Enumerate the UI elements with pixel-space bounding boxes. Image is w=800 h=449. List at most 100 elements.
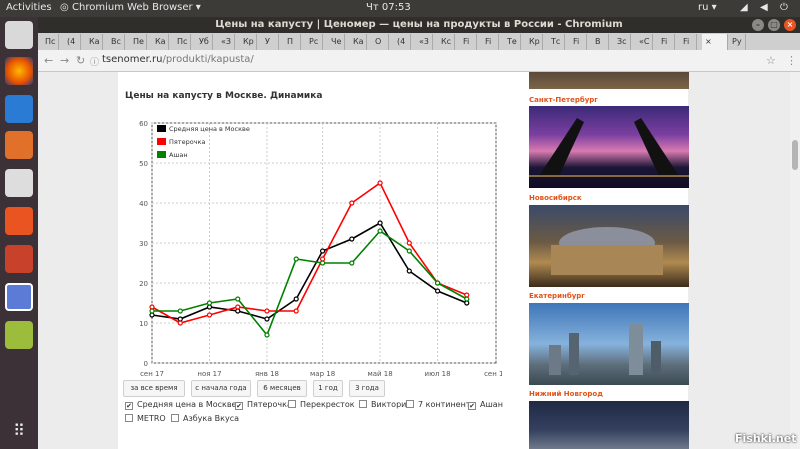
data-point — [206, 312, 213, 318]
tab[interactable]: П — [284, 34, 301, 50]
clock[interactable]: Чт 07:53 — [366, 2, 411, 13]
tab[interactable]: Ка — [86, 34, 103, 50]
legend-label: Ашан — [169, 151, 188, 159]
range-3y-button[interactable]: 3 года — [349, 380, 385, 397]
tab[interactable]: (4 — [394, 34, 411, 50]
filter-7kontinent[interactable]: 7 континент — [406, 399, 471, 411]
network-icon[interactable]: ◢ — [740, 2, 748, 13]
tab[interactable]: Рс — [306, 34, 323, 50]
activities-button[interactable]: Activities — [6, 2, 52, 13]
tab[interactable]: Вс — [108, 34, 125, 50]
camera-icon[interactable] — [5, 169, 33, 197]
data-point — [293, 256, 299, 262]
tab[interactable]: «З — [218, 34, 235, 50]
checkbox[interactable] — [406, 400, 414, 408]
tab[interactable]: Fi — [658, 34, 675, 50]
checkbox[interactable] — [125, 414, 133, 422]
volume-icon[interactable]: ◀ — [760, 2, 768, 13]
tab[interactable]: Зс — [614, 34, 631, 50]
url-field[interactable]: tsenomer.ru/produkti/kapusta/ — [102, 54, 254, 65]
checkbox[interactable]: ✔ — [125, 402, 133, 410]
checkbox[interactable] — [171, 414, 179, 422]
tab[interactable]: О — [372, 34, 389, 50]
data-point — [149, 312, 155, 318]
checkbox[interactable] — [359, 400, 367, 408]
software-center-icon[interactable] — [5, 207, 33, 235]
checkbox[interactable]: ✔ — [468, 402, 476, 410]
tab[interactable]: В — [592, 34, 609, 50]
tab[interactable]: «3 — [416, 34, 433, 50]
filter-auchan[interactable]: ✔ Ашан — [468, 399, 503, 411]
city-image-spb[interactable] — [529, 106, 689, 188]
filter-metro[interactable]: METRO — [125, 413, 166, 425]
back-button[interactable]: ← — [44, 54, 53, 67]
range-all-button[interactable]: за все время — [123, 380, 185, 397]
city-link-ekaterinburg[interactable]: Екатеринбург — [529, 292, 585, 300]
filter-pyaterochka[interactable]: ✔ Пятерочка — [235, 399, 292, 411]
tab[interactable]: «С — [636, 34, 653, 50]
files-icon[interactable] — [5, 21, 33, 49]
checkbox[interactable] — [288, 400, 296, 408]
tab[interactable]: Тс — [548, 34, 565, 50]
writer-icon[interactable] — [5, 95, 33, 123]
tab[interactable]: (4 — [64, 34, 81, 50]
firefox-icon[interactable] — [5, 57, 33, 85]
impress-icon[interactable] — [5, 131, 33, 159]
tab[interactable]: Пс — [42, 34, 59, 50]
x-tick-label: янв 18 — [255, 370, 279, 378]
bookmark-star-icon[interactable]: ☆ — [766, 54, 776, 67]
filter-average[interactable]: ✔ Средняя цена в Москве — [125, 399, 236, 411]
tab[interactable]: Fi — [570, 34, 587, 50]
tab[interactable]: Fi — [680, 34, 697, 50]
tab[interactable]: Fi — [460, 34, 477, 50]
tab[interactable]: Че — [328, 34, 345, 50]
page-scrollbar[interactable] — [790, 72, 800, 449]
tab[interactable]: Пс — [174, 34, 191, 50]
scroll-thumb[interactable] — [792, 140, 798, 170]
city-link-spb[interactable]: Санкт-Петербург — [529, 96, 598, 104]
tab[interactable]: Fi — [482, 34, 499, 50]
city-image-nizhny[interactable] — [529, 401, 689, 449]
info-icon[interactable]: ⓘ — [90, 55, 99, 68]
price-chart: 0 10 20 30 40 50 60 сен 17 ноя 17 янв 18 мар 18 май… — [139, 120, 502, 378]
city-link-nizhny[interactable]: Нижний Новгород — [529, 390, 603, 398]
range-ytd-button[interactable]: с начала года — [191, 380, 251, 397]
app-menu[interactable]: Chromium Web Browser ▾ — [72, 2, 201, 13]
close-window-button[interactable]: × — [784, 19, 796, 31]
power-icon[interactable]: ⏻ — [780, 2, 788, 13]
filter-perekrestok[interactable]: Перекресток — [288, 399, 355, 411]
language-indicator[interactable]: ru ▾ — [698, 2, 717, 13]
tab[interactable]: Кр — [526, 34, 543, 50]
data-point — [177, 320, 183, 326]
city-image-ekaterinburg[interactable] — [529, 303, 689, 385]
city-link-novosibirsk[interactable]: Новосибирск — [529, 194, 582, 202]
y-tick-label: 0 — [144, 360, 148, 368]
tab[interactable]: Кс — [438, 34, 455, 50]
tab[interactable]: Ка — [152, 34, 169, 50]
range-6m-button[interactable]: 6 месяцев — [257, 380, 307, 397]
range-1y-button[interactable]: 1 год — [313, 380, 343, 397]
filter-azbuka[interactable]: Азбука Вкуса — [171, 413, 239, 425]
tab[interactable]: Пе — [130, 34, 147, 50]
tab-active[interactable]: × — [702, 34, 728, 50]
forward-button[interactable]: → — [60, 54, 69, 67]
chromium-launcher-icon[interactable] — [5, 283, 33, 311]
system-top-bar: Activities ◎ Chromium Web Browser ▾ Чт 0… — [0, 0, 800, 17]
tab[interactable]: Ру — [729, 34, 746, 50]
menu-icon[interactable]: ⋮ — [786, 54, 797, 67]
maximize-button[interactable]: □ — [768, 19, 780, 31]
minimize-button[interactable]: – — [752, 19, 764, 31]
settings-icon[interactable] — [5, 245, 33, 273]
tab[interactable]: Ка — [350, 34, 367, 50]
filter-viktoriya[interactable]: Виктория — [359, 399, 411, 411]
show-apps-icon[interactable]: ⠿ — [5, 417, 33, 445]
calc-icon[interactable] — [5, 321, 33, 349]
city-image-top[interactable] — [529, 72, 689, 89]
tab[interactable]: У — [262, 34, 279, 50]
tab[interactable]: Кр — [240, 34, 257, 50]
checkbox[interactable]: ✔ — [235, 402, 243, 410]
city-image-novosibirsk[interactable] — [529, 205, 689, 287]
reload-button[interactable]: ↻ — [76, 54, 85, 67]
tab[interactable]: Те — [504, 34, 521, 50]
tab[interactable]: Уб — [196, 34, 213, 50]
